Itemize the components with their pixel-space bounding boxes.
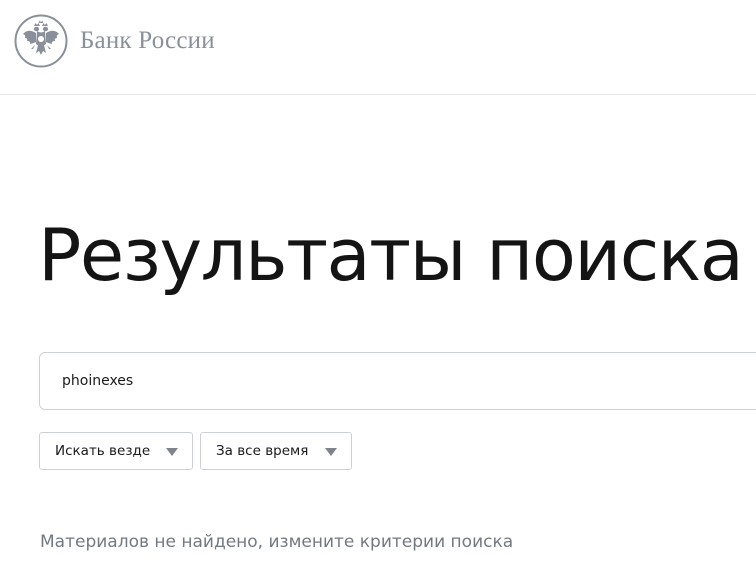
filter-scope-label: Искать везде xyxy=(55,443,151,459)
page-title: Результаты поиска xyxy=(38,213,744,297)
site-header: Банк России xyxy=(0,0,756,95)
bank-name: Банк России xyxy=(80,27,215,54)
filter-period-dropdown[interactable]: За все время xyxy=(200,432,352,470)
search-box[interactable] xyxy=(39,352,756,410)
filter-period-label: За все время xyxy=(216,443,309,459)
search-input[interactable] xyxy=(62,353,722,409)
triangle-down-icon xyxy=(325,448,337,456)
triangle-down-icon xyxy=(166,448,178,456)
eagle-emblem-icon xyxy=(14,14,68,68)
filter-scope-dropdown[interactable]: Искать везде xyxy=(39,432,193,470)
no-results-message: Материалов не найдено, измените критерии… xyxy=(40,532,514,552)
home-logo-link[interactable]: Банк России xyxy=(14,14,215,68)
